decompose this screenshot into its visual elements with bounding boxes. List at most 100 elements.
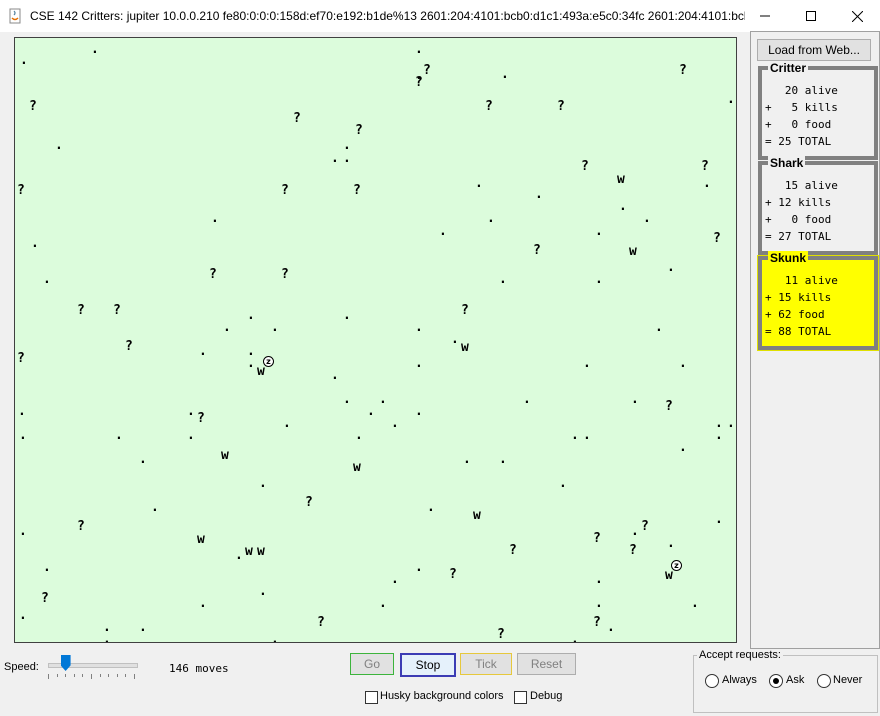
food-pellet: . <box>55 138 63 153</box>
critter-glyph: ? <box>317 615 325 630</box>
move-counter: 146 moves <box>169 662 229 675</box>
critter-glyph: ? <box>461 303 469 318</box>
always-radio[interactable] <box>705 674 719 688</box>
food-pellet: . <box>187 428 195 443</box>
food-pellet: . <box>43 560 51 575</box>
food-pellet: . <box>367 404 375 419</box>
minimize-button[interactable] <box>742 0 788 32</box>
never-label: Never <box>833 674 863 686</box>
ask-radio[interactable] <box>769 674 783 688</box>
slider-tick <box>99 674 101 677</box>
food-pellet: . <box>523 392 531 407</box>
food-pellet: . <box>379 392 387 407</box>
debug-label: Debug <box>530 690 563 702</box>
critter-glyph: ? <box>17 183 25 198</box>
food-pellet: . <box>631 524 639 539</box>
critter-arena[interactable]: ...?.?.?.?????....?? w..???........?? w.??… <box>14 37 737 643</box>
critter-glyph: ? <box>197 411 205 426</box>
critter-glyph: ? <box>29 99 37 114</box>
food-pellet: . <box>20 53 28 68</box>
species-box-shark: Shark 15 alive + 12 kills + 0 food = 27 … <box>758 156 878 255</box>
slider-tick <box>56 674 58 677</box>
species-box-skunk: Skunk 11 alive + 15 kills + 62 food = 88… <box>757 251 879 351</box>
critter-glyph: ? <box>593 615 601 630</box>
food-pellet: . <box>499 272 507 287</box>
never-radio[interactable] <box>817 674 831 688</box>
critter-glyph: ? <box>125 339 133 354</box>
food-pellet: . <box>187 404 195 419</box>
skunk-glyph: w <box>617 172 625 187</box>
critter-glyph: ? <box>593 531 601 546</box>
food-pellet: . <box>487 211 495 226</box>
load-from-web-button[interactable]: Load from Web... <box>757 39 871 61</box>
species-name: Shark <box>768 156 806 170</box>
critter-glyph: ? <box>41 591 49 606</box>
go-button[interactable]: Go <box>350 653 394 675</box>
slider-tick <box>73 674 75 677</box>
food-pellet: . <box>235 548 243 563</box>
food-pellet: . <box>115 428 123 443</box>
food-pellet: . <box>595 596 603 611</box>
slider-thumb[interactable] <box>60 655 71 671</box>
critter-glyph: ? <box>281 267 289 282</box>
food-pellet: . <box>415 356 423 371</box>
skunk-glyph: w <box>245 544 253 559</box>
species-name: Critter <box>768 61 809 75</box>
food-pellet: . <box>607 620 615 635</box>
critter-glyph: ? <box>17 351 25 366</box>
speed-slider[interactable] <box>48 654 138 682</box>
food-pellet: . <box>583 356 591 371</box>
food-pellet: . <box>343 308 351 323</box>
food-pellet: . <box>415 560 423 575</box>
alive-count: 15 alive <box>765 179 838 192</box>
food-pellet: . <box>43 272 51 287</box>
speed-label: Speed: <box>4 661 39 673</box>
critter-glyph: ? <box>713 231 721 246</box>
food-pellet: . <box>475 176 483 191</box>
window-title: CSE 142 Critters: jupiter 10.0.0.210 fe8… <box>30 9 745 23</box>
skunk-glyph: w <box>257 544 265 559</box>
food-pellet: . <box>679 440 687 455</box>
food-pellet: . <box>199 596 207 611</box>
food-pellet: . <box>439 224 447 239</box>
critter-glyph: ? <box>533 243 541 258</box>
food-pellet: . <box>667 260 675 275</box>
kills-count: + 5 kills <box>765 101 838 114</box>
food-pellet: . <box>583 428 591 443</box>
critter-glyph: ? <box>77 303 85 318</box>
food-pellet: . <box>31 236 39 251</box>
food-pellet: . <box>19 608 27 623</box>
food-count: + 0 food <box>765 118 832 131</box>
critter-glyph: ? <box>679 63 687 78</box>
skunk-glyph: w <box>257 364 265 379</box>
slider-tick <box>91 674 92 679</box>
food-pellet: . <box>571 428 579 443</box>
skunk-glyph: w <box>473 508 481 523</box>
reset-button[interactable]: Reset <box>517 653 576 675</box>
species-box-critter: Critter 20 alive + 5 kills + 0 food = 25… <box>758 61 878 160</box>
slider-tick <box>125 674 127 677</box>
food-pellet: . <box>595 272 603 287</box>
total-count: = 27 TOTAL <box>765 230 832 243</box>
critter-glyph: ? <box>701 159 709 174</box>
java-icon <box>9 8 21 24</box>
slider-tick <box>82 674 84 677</box>
always-label: Always <box>722 674 757 686</box>
maximize-button[interactable] <box>788 0 834 32</box>
food-pellet: . <box>463 452 471 467</box>
stop-button[interactable]: Stop <box>400 653 456 677</box>
food-pellet: . <box>667 536 675 551</box>
species-name: Skunk <box>768 251 809 265</box>
husky-colors-checkbox[interactable] <box>365 691 378 704</box>
food-pellet: . <box>727 416 735 431</box>
slider-tick <box>108 674 110 677</box>
close-button[interactable] <box>834 0 880 32</box>
food-pellet: . <box>343 151 351 166</box>
food-pellet: . <box>631 392 639 407</box>
debug-checkbox[interactable] <box>514 691 527 704</box>
food-pellet: . <box>199 344 207 359</box>
food-pellet: . <box>595 224 603 239</box>
tick-button[interactable]: Tick <box>460 653 512 675</box>
critter-glyph: ? <box>209 267 217 282</box>
food-pellet: . <box>427 500 435 515</box>
